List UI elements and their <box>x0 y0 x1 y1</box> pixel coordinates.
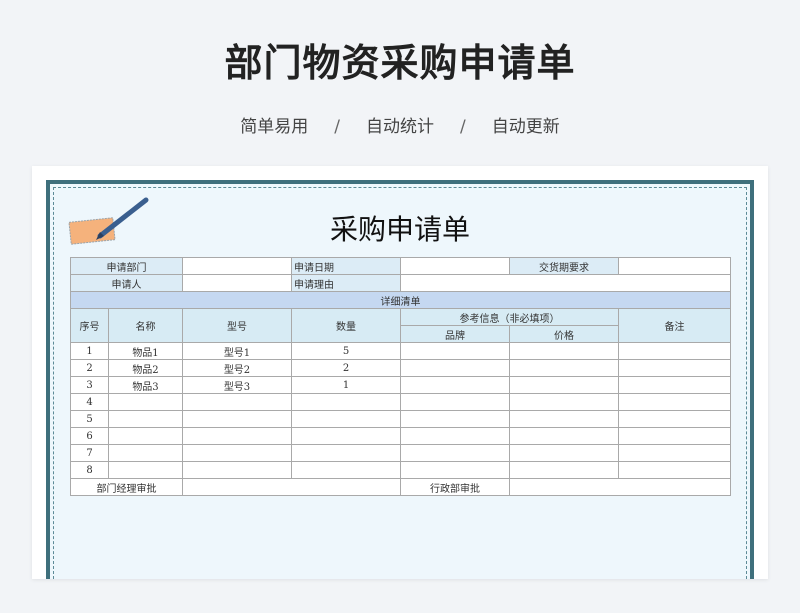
col-model: 型号 <box>182 308 292 343</box>
row-note[interactable] <box>618 444 731 462</box>
table-row: 8 <box>70 461 731 479</box>
table-row: 5 <box>70 410 731 428</box>
row-name[interactable] <box>108 461 183 479</box>
tag-easy: 简单易用 <box>240 117 309 137</box>
row-brand[interactable] <box>400 393 510 411</box>
row-name[interactable] <box>108 427 183 445</box>
row-no: 4 <box>70 393 109 411</box>
form-title: 采购申请单 <box>329 213 470 246</box>
dept-label: 申请部门 <box>70 257 183 275</box>
row-price[interactable] <box>509 376 619 394</box>
row-name[interactable]: 物品2 <box>108 359 183 377</box>
row-model[interactable] <box>182 393 292 411</box>
tag-separator: / <box>334 117 340 137</box>
date-label: 申请日期 <box>291 257 401 275</box>
row-name[interactable] <box>108 393 183 411</box>
row-no: 5 <box>70 410 109 428</box>
row-price[interactable] <box>509 342 619 360</box>
row-price[interactable] <box>509 393 619 411</box>
delivery-field[interactable] <box>618 257 731 275</box>
reason-field[interactable] <box>400 274 731 292</box>
dept-field[interactable] <box>182 257 292 275</box>
row-no: 8 <box>70 461 109 479</box>
row-note[interactable] <box>618 342 731 360</box>
applicant-label: 申请人 <box>70 274 183 292</box>
row-name[interactable] <box>108 410 183 428</box>
row-qty[interactable]: 2 <box>291 359 401 377</box>
row-note[interactable] <box>618 393 731 411</box>
row-note[interactable] <box>618 427 731 445</box>
row-price[interactable] <box>509 359 619 377</box>
row-no: 3 <box>70 376 109 394</box>
row-qty[interactable] <box>291 444 401 462</box>
table-row: 4 <box>70 393 731 411</box>
row-note[interactable] <box>618 410 731 428</box>
row-price[interactable] <box>509 444 619 462</box>
row-model[interactable] <box>182 410 292 428</box>
row-brand[interactable] <box>400 427 510 445</box>
date-field[interactable] <box>400 257 510 275</box>
row-qty[interactable]: 5 <box>291 342 401 360</box>
row-price[interactable] <box>509 410 619 428</box>
tag-separator: / <box>460 117 466 137</box>
row-qty[interactable]: 1 <box>291 376 401 394</box>
row-note[interactable] <box>618 359 731 377</box>
col-qty: 数量 <box>291 308 401 343</box>
row-no: 1 <box>70 342 109 360</box>
tag-auto-stats: 自动统计 <box>366 117 434 137</box>
admin-approval-field[interactable] <box>509 478 731 496</box>
row-note[interactable] <box>618 376 731 394</box>
row-brand[interactable] <box>400 461 510 479</box>
row-model[interactable] <box>182 461 292 479</box>
row-note[interactable] <box>618 461 731 479</box>
table-row: 1 物品1 型号1 5 <box>70 342 731 360</box>
row-brand[interactable] <box>400 376 510 394</box>
col-name: 名称 <box>108 308 183 343</box>
row-model[interactable]: 型号3 <box>182 376 292 394</box>
table-row: 7 <box>70 444 731 462</box>
row-qty[interactable] <box>291 461 401 479</box>
admin-approval-label: 行政部审批 <box>400 478 510 496</box>
row-qty[interactable] <box>291 393 401 411</box>
form-preview-card: 采购申请单 申请部门 申请日期 交货期要求 申请人 申请理由 详细清单 序号 名… <box>32 166 768 579</box>
row-brand[interactable] <box>400 342 510 360</box>
table-row: 2 物品2 型号2 2 <box>70 359 731 377</box>
reason-label: 申请理由 <box>291 274 401 292</box>
row-price[interactable] <box>509 427 619 445</box>
row-name[interactable] <box>108 444 183 462</box>
col-brand: 品牌 <box>400 325 510 343</box>
row-name[interactable]: 物品3 <box>108 376 183 394</box>
row-qty[interactable] <box>291 427 401 445</box>
col-ref: 参考信息（非必填项） <box>400 308 619 326</box>
feature-tags: 简单易用 / 自动统计 / 自动更新 <box>0 112 800 137</box>
row-model[interactable] <box>182 427 292 445</box>
row-brand[interactable] <box>400 359 510 377</box>
form-frame: 采购申请单 申请部门 申请日期 交货期要求 申请人 申请理由 详细清单 序号 名… <box>46 180 754 579</box>
row-no: 2 <box>70 359 109 377</box>
row-model[interactable]: 型号2 <box>182 359 292 377</box>
row-brand[interactable] <box>400 444 510 462</box>
row-qty[interactable] <box>291 410 401 428</box>
applicant-field[interactable] <box>182 274 292 292</box>
tag-auto-update: 自动更新 <box>491 117 560 137</box>
purchase-request-table: 申请部门 申请日期 交货期要求 申请人 申请理由 详细清单 序号 名称 型号 数… <box>70 257 731 496</box>
col-no: 序号 <box>70 308 109 343</box>
row-price[interactable] <box>509 461 619 479</box>
table-row: 6 <box>70 427 731 445</box>
col-price: 价格 <box>509 325 619 343</box>
row-no: 6 <box>70 427 109 445</box>
section-title: 详细清单 <box>70 291 731 309</box>
table-row: 3 物品3 型号3 1 <box>70 376 731 394</box>
row-no: 7 <box>70 444 109 462</box>
page-title: 部门物资采购申请单 <box>224 41 576 85</box>
row-model[interactable] <box>182 444 292 462</box>
col-note: 备注 <box>618 308 731 343</box>
dept-manager-approval-field[interactable] <box>182 478 401 496</box>
row-name[interactable]: 物品1 <box>108 342 183 360</box>
row-model[interactable]: 型号1 <box>182 342 292 360</box>
delivery-label: 交货期要求 <box>509 257 619 275</box>
row-brand[interactable] <box>400 410 510 428</box>
dept-manager-approval-label: 部门经理审批 <box>70 478 183 496</box>
